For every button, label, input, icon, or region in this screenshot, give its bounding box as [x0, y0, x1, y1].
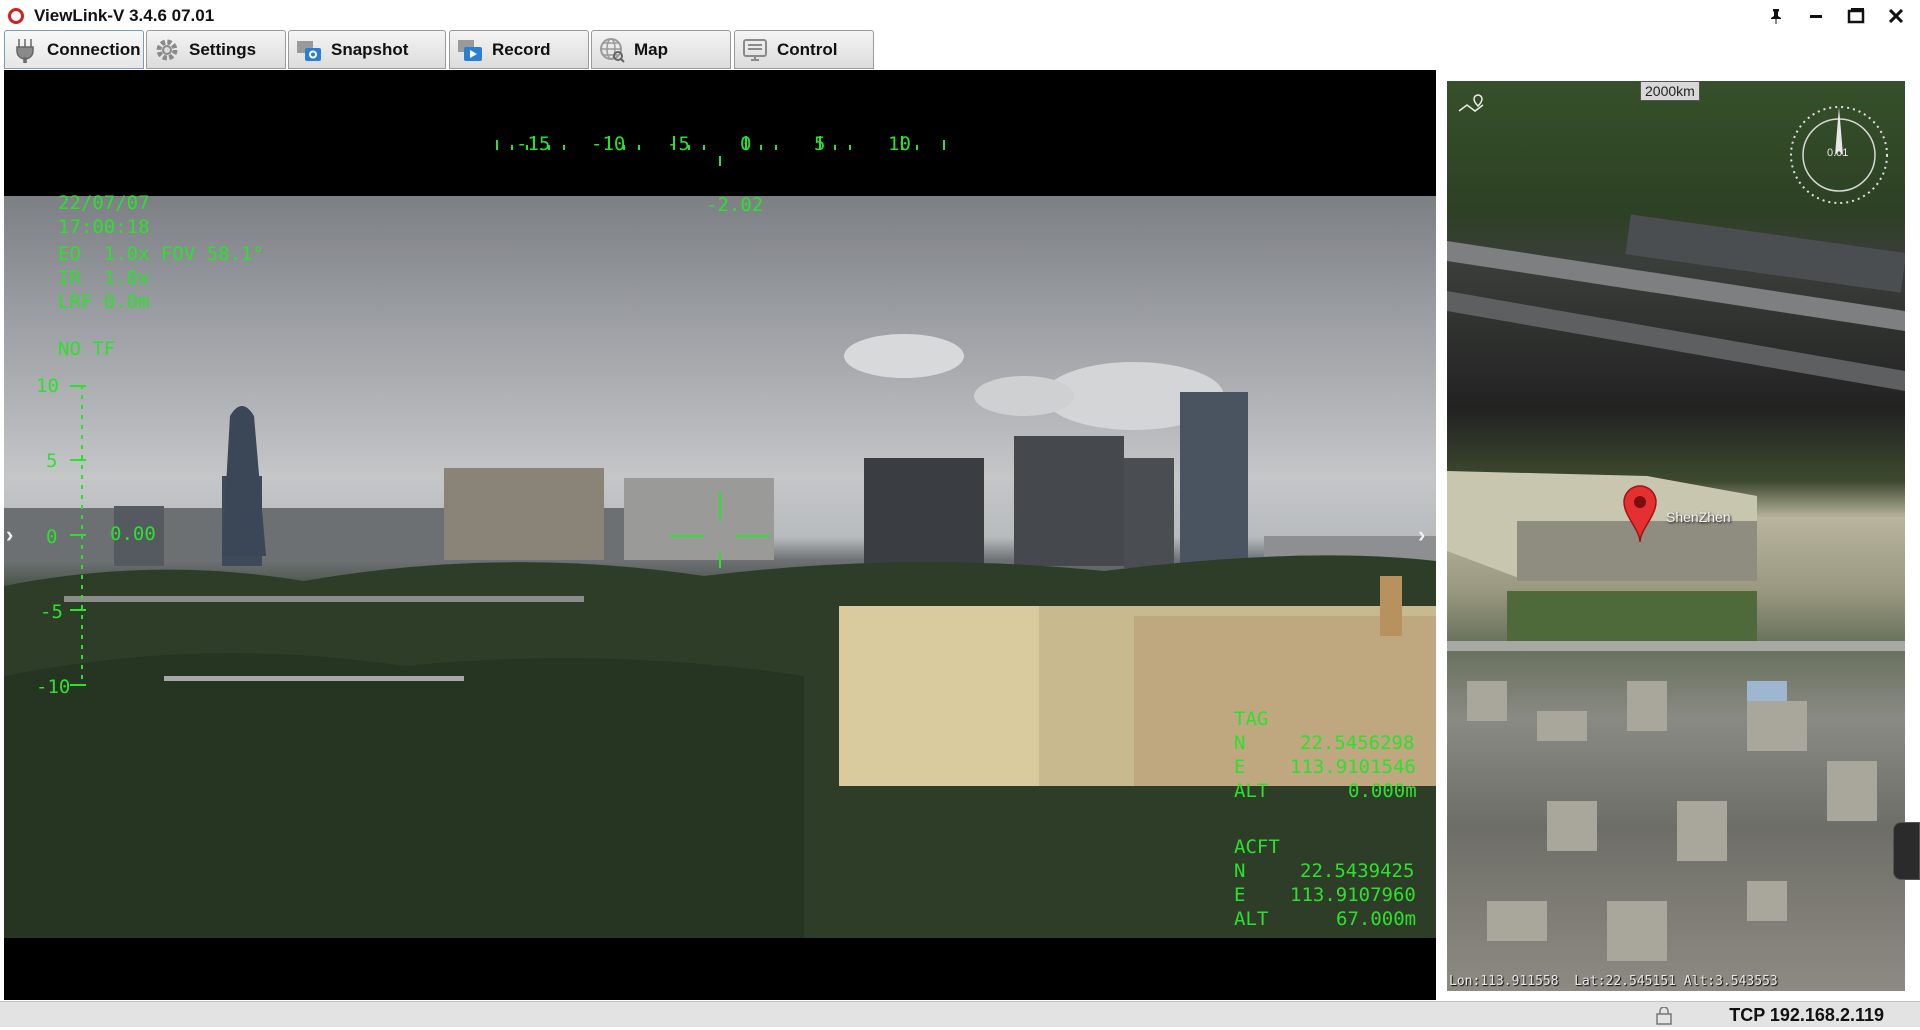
map-imagery: [1447, 214, 1905, 961]
pin-icon[interactable]: [1762, 4, 1790, 28]
heading-tick-label: -15: [516, 133, 551, 155]
camera-icon: [295, 36, 323, 64]
tag-n-label: N: [1234, 732, 1246, 754]
pitch-tick-label: -5: [40, 601, 63, 623]
osd-lrf: LRF 0.0m: [58, 291, 150, 313]
osd-tracking-status: NO TF: [58, 338, 116, 360]
osd-date: 22/07/07: [58, 192, 150, 214]
pitch-tick-label: 5: [46, 450, 58, 472]
crosshair: [670, 492, 770, 568]
window-title: ViewLink-V 3.4.6 07.01: [34, 6, 215, 25]
acft-e-label: E: [1234, 884, 1246, 906]
tag-alt-value: 0.000m: [1348, 780, 1417, 802]
map-layers-icon[interactable]: [1457, 91, 1487, 122]
title-bar: ViewLink-V 3.4.6 07.01: [0, 0, 1920, 30]
tag-label: TAG: [1234, 708, 1269, 730]
map-city-label: ShenZhen: [1666, 509, 1731, 525]
heading-scale: [496, 136, 945, 166]
tag-e-label: E: [1234, 756, 1246, 778]
heading-value: -2.02: [706, 194, 764, 216]
heading-tick-label: 0: [740, 133, 752, 155]
tab-record[interactable]: Record: [449, 30, 589, 69]
heading-tick-label: 10: [888, 133, 911, 155]
map-cursor-coordinates: Lon:113.911558 Lat:22.545151 Alt:3.54355…: [1449, 974, 1778, 989]
restore-icon[interactable]: [1842, 4, 1870, 28]
main-toolbar: Connection Settings Snapshot Record Map …: [0, 30, 1920, 70]
connection-status: TCP 192.168.2.119: [1729, 1005, 1884, 1025]
tab-map[interactable]: Map: [591, 30, 731, 69]
osd-eo-zoom: EO 1.0x FOV 58.1°: [58, 243, 264, 265]
location-pin-icon[interactable]: [1622, 484, 1658, 549]
pitch-tick-label: 10: [36, 375, 59, 397]
monitor-icon: [741, 36, 769, 64]
acft-label: ACFT: [1234, 836, 1280, 858]
close-icon[interactable]: [1882, 4, 1910, 28]
tag-e-value: 113.9101546: [1290, 756, 1416, 778]
pitch-value: 0.00: [110, 523, 156, 545]
tag-alt-label: ALT: [1234, 780, 1269, 802]
connection-icon: [11, 36, 39, 64]
heading-tick-label: 5: [814, 133, 826, 155]
globe-icon: [598, 36, 626, 64]
tag-n-value: 22.5456298: [1300, 732, 1415, 754]
compass-value: 0.01: [1827, 147, 1849, 159]
tab-settings[interactable]: Settings: [146, 30, 286, 69]
acft-n-label: N: [1234, 860, 1246, 882]
status-bar: TCP 192.168.2.119: [0, 1001, 1920, 1027]
acft-alt-value: 67.000m: [1336, 908, 1417, 930]
panel-collapse-handle[interactable]: [1893, 822, 1920, 880]
tab-snapshot[interactable]: Snapshot: [288, 30, 446, 69]
pitch-tick-label: -10: [36, 676, 71, 698]
pitch-scale: [70, 385, 86, 686]
video-feed[interactable]: -15 -10 -5 0 5 10 -2.02 22/07/07 17:00:1…: [4, 70, 1436, 1000]
minimize-icon[interactable]: [1802, 4, 1830, 28]
satellite-map[interactable]: 2000km 0.01 ShenZhen Lon:113.911558 Lat:…: [1447, 81, 1905, 991]
heading-tick-label: -5: [667, 133, 690, 155]
osd-ir-zoom: IR 1.0x: [58, 267, 150, 289]
tab-control[interactable]: Control: [734, 30, 874, 69]
pan-right-arrow[interactable]: ›: [1418, 522, 1425, 548]
acft-alt-label: ALT: [1234, 908, 1269, 930]
acft-n-value: 22.5439425: [1300, 860, 1415, 882]
tab-connection[interactable]: Connection: [4, 30, 144, 69]
acft-e-value: 113.9107960: [1290, 884, 1416, 906]
app-logo-icon: [8, 8, 24, 24]
map-scale-label: 2000km: [1640, 81, 1700, 101]
heading-tick-label: -10: [591, 133, 626, 155]
osd-time: 17:00:18: [58, 216, 150, 238]
pitch-tick-label: 0: [46, 526, 58, 548]
gear-icon: [153, 36, 181, 64]
pan-left-arrow[interactable]: ›: [6, 522, 13, 548]
record-icon: [456, 36, 484, 64]
